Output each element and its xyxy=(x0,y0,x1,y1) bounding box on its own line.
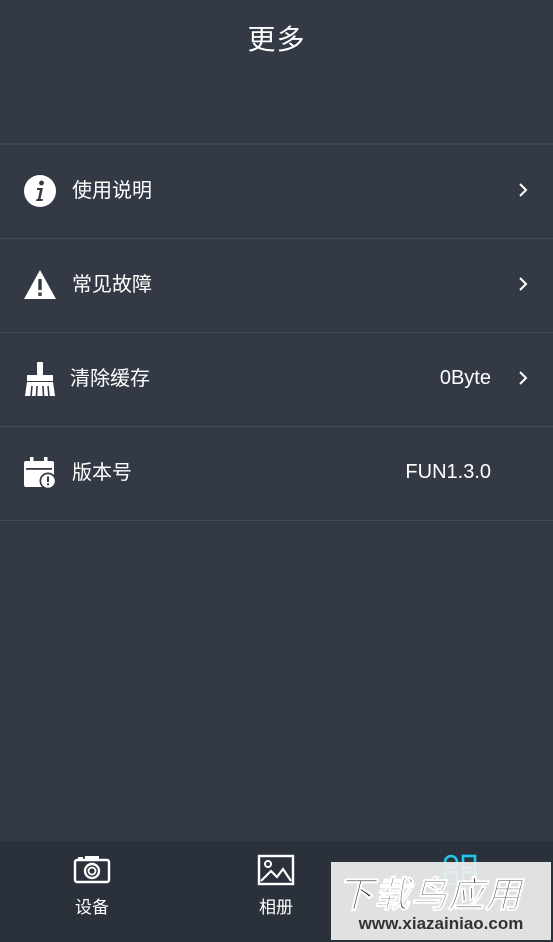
menu-item-label: 使用说明 xyxy=(72,178,152,202)
warning-icon xyxy=(22,267,58,303)
settings-menu: 使用说明 常见故障 清除缓存 0Byte 版本号 FUN1.3.0 xyxy=(0,145,553,521)
chevron-right-icon xyxy=(517,272,531,296)
menu-item-label: 清除缓存 xyxy=(70,366,150,390)
menu-item-faults[interactable]: 常见故障 xyxy=(0,239,553,333)
tab-label: 设备 xyxy=(75,898,109,918)
page-title: 更多 xyxy=(247,23,306,56)
tab-device[interactable]: 设备 xyxy=(0,841,184,942)
info-icon xyxy=(22,173,58,209)
app-header: 更多 xyxy=(0,0,553,145)
watermark-url: www.xiazainiao.com xyxy=(358,914,524,933)
chevron-right-icon xyxy=(517,178,531,202)
version-value: FUN1.3.0 xyxy=(405,461,491,483)
calendar-alert-icon xyxy=(22,455,58,491)
menu-item-instructions[interactable]: 使用说明 xyxy=(0,145,553,239)
camera-icon xyxy=(0,854,184,888)
broom-icon xyxy=(22,361,58,397)
chevron-right-icon xyxy=(517,366,531,390)
menu-item-label: 版本号 xyxy=(72,460,132,484)
menu-item-label: 常见故障 xyxy=(72,272,152,296)
watermark-text: 下载鸟应用 xyxy=(336,875,523,917)
menu-item-version: 版本号 FUN1.3.0 xyxy=(0,427,553,521)
watermark-overlay: 下载鸟应用 www.xiazainiao.com xyxy=(331,862,551,940)
cache-size-value: 0Byte xyxy=(439,367,491,389)
menu-item-clear-cache[interactable]: 清除缓存 0Byte xyxy=(0,333,553,427)
